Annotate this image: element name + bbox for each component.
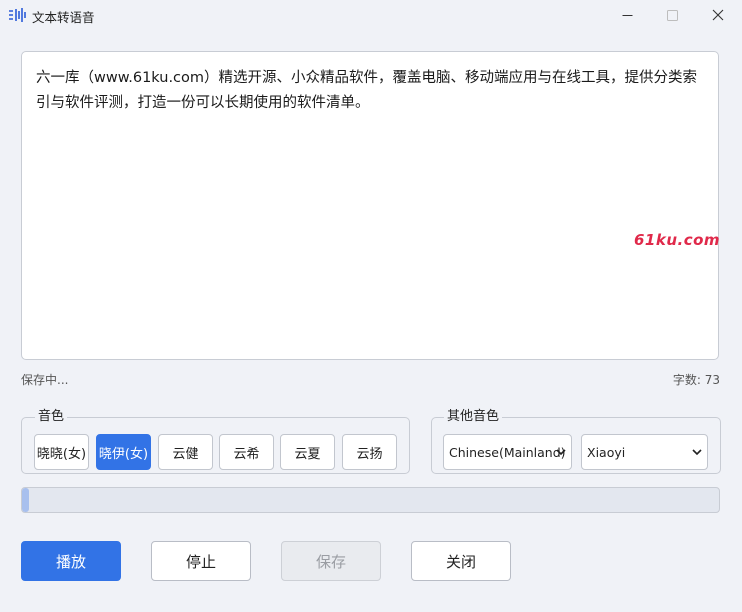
play-button[interactable]: 播放 — [21, 541, 121, 581]
save-button[interactable]: 保存 — [281, 541, 381, 581]
voice-option-yunjian[interactable]: 云健 — [158, 434, 213, 470]
title-bar: 文本转语音 — [0, 0, 742, 30]
text-input-area[interactable]: 六一库（www.61ku.com）精选开源、小众精品软件，覆盖电脑、移动端应用与… — [21, 51, 719, 360]
close-button[interactable]: 关闭 — [411, 541, 511, 581]
voice-select[interactable]: Xiaoyi — [581, 434, 708, 470]
close-icon — [712, 9, 724, 21]
stop-button[interactable]: 停止 — [151, 541, 251, 581]
region-select-value: Chinese(Mainland) — [449, 444, 566, 460]
progress-bar — [21, 487, 720, 513]
window-title: 文本转语音 — [32, 10, 95, 25]
chevron-down-icon — [556, 449, 566, 456]
voice-option-xiaoyi[interactable]: 晓伊(女) — [96, 434, 151, 470]
word-count: 字数: 73 — [672, 373, 720, 387]
other-voice-legend: 其他音色 — [444, 409, 503, 425]
close-window-button[interactable] — [695, 0, 741, 30]
editor-text: 六一库（www.61ku.com）精选开源、小众精品软件，覆盖电脑、移动端应用与… — [36, 70, 698, 111]
minimize-icon — [622, 14, 632, 16]
chevron-down-icon — [692, 449, 702, 456]
maximize-icon — [666, 9, 678, 21]
voice-option-yunyang[interactable]: 云扬 — [342, 434, 397, 470]
voice-option-xiaoxiao[interactable]: 晓晓(女) — [34, 434, 89, 470]
minimize-button[interactable] — [604, 0, 650, 30]
region-select[interactable]: Chinese(Mainland) — [443, 434, 572, 470]
audio-wave-icon — [9, 8, 26, 22]
maximize-button[interactable] — [649, 0, 695, 30]
other-voice-group: 其他音色 Chinese(Mainland) Xiaoyi — [431, 409, 721, 474]
save-status: 保存中... — [21, 373, 69, 387]
voice-select-value: Xiaoyi — [587, 444, 626, 460]
progress-fill — [22, 488, 29, 512]
voice-group-legend: 音色 — [35, 409, 68, 425]
voice-option-yunxi[interactable]: 云希 — [219, 434, 274, 470]
voice-option-yunxia[interactable]: 云夏 — [280, 434, 335, 470]
voice-group: 音色 晓晓(女) 晓伊(女) 云健 云希 云夏 云扬 — [21, 409, 410, 474]
watermark-logo: 61ku.com — [634, 231, 721, 249]
